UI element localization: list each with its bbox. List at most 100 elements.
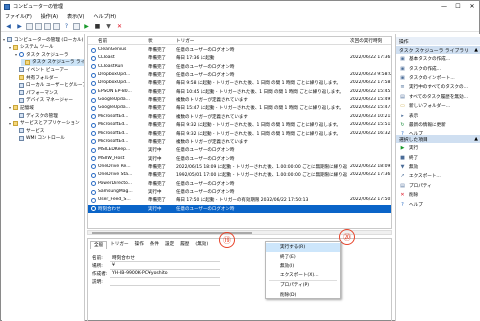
task-row[interactable]: GoogleUpda... 準備完了 毎日 15:47 に起動 - トリガーされた後… [88, 104, 391, 112]
forward-arrow-icon[interactable]: ▶ [15, 22, 24, 30]
column-trigger[interactable]: トリガー [176, 38, 194, 44]
context-menu-item[interactable]: 無効(I) [266, 262, 340, 271]
action-item[interactable]: ? ヘルプ [396, 200, 480, 209]
task-row[interactable]: MicrosoftEd... 準備完了 毎日 9:32 に起動 - トリガーされた後… [88, 130, 391, 138]
close-icon[interactable]: ✕ [465, 1, 479, 12]
help-icon[interactable]: ? [62, 22, 71, 30]
actions-section-selected[interactable]: 選択した項目 ▲ [396, 135, 480, 143]
action-item[interactable]: ▼ 無効 [396, 163, 480, 172]
task-clock-icon [91, 122, 96, 128]
detail-tab[interactable]: 設定 [162, 241, 177, 249]
context-menu-item[interactable]: 削除(D) [266, 291, 340, 300]
tree-item[interactable]: ▾ サービスとアプリケーション [9, 120, 84, 127]
delete-icon[interactable]: ✕ [115, 22, 124, 30]
properties-icon[interactable] [73, 22, 80, 30]
tree-item[interactable]: イベント ビューアー [15, 66, 84, 73]
action-item[interactable]: ▣ 基本タスクの作成... [396, 55, 480, 64]
collapse-up-icon[interactable]: ▲ [474, 48, 478, 53]
task-next-run: 2022/06/22 17:50:13 [350, 197, 392, 203]
tree-item[interactable]: ▾ システム ツール [9, 44, 84, 51]
column-name[interactable]: 名前 [98, 38, 107, 44]
context-menu-item[interactable]: 実行する(R) [266, 243, 340, 252]
detail-tab[interactable]: トリガー [107, 241, 131, 249]
action-item[interactable]: ▭ 新しいフォルダー... [396, 102, 480, 111]
up-folder-icon[interactable] [26, 22, 33, 30]
action-item[interactable]: ■ 終了 [396, 153, 480, 162]
tree-item[interactable]: デバイス マネージャー [15, 97, 84, 104]
tree-item[interactable]: パフォーマンス [15, 89, 84, 96]
export-list-icon[interactable] [53, 22, 60, 30]
menu-action[interactable]: 操作(A) [41, 13, 58, 20]
action-item[interactable]: ▤ プロパティ [396, 182, 480, 191]
task-row[interactable]: DropboxUpd... 準備完了 毎日 9:58 に起動 - トリガーされた後、… [88, 79, 391, 87]
detail-tab[interactable]: 条件 [147, 241, 162, 249]
task-row[interactable]: 時刻合わせ 実行中 任意のユーザーのログオン時 [88, 204, 391, 213]
actions-section-library[interactable]: タスク スケジューラ ライブラリ ▲ [396, 46, 480, 54]
action-item[interactable]: ↻ 最新の情報に更新 [396, 121, 480, 130]
step-badge-20: ⑳ [339, 229, 355, 245]
detail-tab[interactable]: 全般 [90, 241, 108, 249]
task-row[interactable]: MSIIW_Host 実行中 任意のユーザーのログオン時 [88, 155, 391, 163]
column-status[interactable]: 状 [148, 38, 153, 44]
task-row[interactable]: MicrosoftEd... 準備完了 複数のトリガーが定義されています [88, 138, 391, 146]
task-row[interactable]: MSILEDKeep... 実行中 任意のユーザーのログオン時 [88, 146, 391, 154]
action-item[interactable]: ▣ タスクの作成... [396, 64, 480, 73]
task-row[interactable]: EPSON EP-80... 準備完了 毎日 10:45 に起動 - トリガーされた… [88, 88, 391, 96]
tree-item[interactable]: ディスクの管理 [15, 112, 84, 119]
task-status: 準備完了 [148, 131, 166, 137]
minimize-icon[interactable]: — [437, 1, 451, 12]
action-item[interactable]: ▤ すべてのタスク履歴を無効... [396, 93, 480, 102]
task-name: MSIIW_Host [98, 155, 125, 161]
context-menu-item[interactable]: エクスポート(X)... [266, 271, 340, 280]
task-row[interactable]: MicrosoftEd... 準備完了 複数のトリガーが定義されています 2022/0… [88, 113, 391, 121]
tree-item[interactable]: ローカル ユーザーとグループ [15, 82, 84, 89]
context-menu-item[interactable]: 終了(E) [266, 252, 340, 261]
detail-tab[interactable]: 履歴 [177, 241, 192, 249]
tree-item[interactable]: ▾ コンピューターの管理 (ローカル) [3, 36, 84, 43]
stop-icon[interactable]: ■ [93, 22, 102, 30]
back-arrow-icon[interactable]: ◀ [4, 22, 13, 30]
task-row[interactable]: DropboxUpd... 準備完了 任意のユーザーのログオン時 2022/06/23… [88, 71, 391, 79]
action-item[interactable]: ≡ 実行中のすべてのタスクの... [396, 83, 480, 92]
refresh-icon[interactable] [44, 22, 51, 30]
context-menu-item[interactable]: プロパティ(P) [266, 281, 340, 290]
task-next-run: 2022/06/22 17:36:39 [350, 172, 392, 178]
menu-file[interactable]: ファイル(F) [5, 13, 32, 20]
tree-item[interactable]: サービス [15, 127, 84, 134]
tree-item[interactable]: ▾ タスク スケジューラ [15, 51, 84, 58]
tree-item[interactable]: 共有フォルダー [15, 74, 84, 81]
task-trigger: 任意のユーザーのログオン時 [176, 156, 235, 162]
task-row[interactable]: PowerDirecto... 準備完了 任意のユーザーのログオン時 [88, 180, 391, 188]
action-item[interactable]: ✕ 削除 [396, 191, 480, 200]
task-row[interactable]: SamsungMag... 実行中 任意のユーザーのログオン時 [88, 188, 391, 196]
action-item[interactable]: ▣ タスクのインポート... [396, 74, 480, 83]
detail-tab[interactable]: 操作 [132, 241, 147, 249]
task-next-run: 2022/06/22 15:45:00 [350, 88, 392, 94]
run-icon[interactable]: ▶ [82, 22, 91, 30]
tree-item[interactable]: WMI コントロール [15, 135, 84, 142]
task-row[interactable]: OneDrive Re... 準備完了 2022/06/15 18:09 に起動 -… [88, 163, 391, 171]
task-row[interactable]: CLToastRun 準備完了 任意のユーザーのログオン時 [88, 63, 391, 71]
task-row[interactable]: OneDrive Sta... 準備完了 1992/05/01 17:00 に起動 … [88, 171, 391, 179]
task-row[interactable]: CleanGenius 準備完了 任意のユーザーのログオン時 [88, 46, 391, 54]
action-item[interactable]: ↗ エクスポート... [396, 172, 480, 181]
task-row[interactable]: User_Feed_S... 準備完了 毎日 17:50 に起動 - トリガーの有効… [88, 196, 391, 204]
collapse-up-icon[interactable]: ▲ [474, 137, 478, 142]
column-next-run[interactable]: 次回の実行時刻 [350, 38, 382, 44]
action-item[interactable]: ▶ 実行 [396, 144, 480, 153]
detail-tab[interactable]: (無効) [192, 241, 211, 249]
tree-item-label: システム ツール [20, 45, 54, 51]
task-row[interactable]: GoogleUpda... 準備完了 複数のトリガーが定義されています 2022/06… [88, 96, 391, 104]
task-row[interactable]: MicrosoftEd... 準備完了 毎日 9:32 に起動 - トリガーされた後… [88, 121, 391, 129]
tree-item[interactable]: ▾ 記憶域 [9, 104, 84, 111]
task-name: User_Feed_S... [98, 197, 131, 203]
show-hide-tree-icon[interactable] [35, 22, 42, 30]
tree-item[interactable]: タスク スケジューラ ライ [21, 58, 84, 66]
menu-view[interactable]: 表示(V) [67, 13, 84, 20]
menu-help[interactable]: ヘルプ(H) [93, 13, 116, 20]
task-icon: ▣ [400, 56, 405, 63]
task-row[interactable]: CLToast 準備完了 毎日 17:36 に起動 2022/06/22 17:36:… [88, 54, 391, 62]
disable-icon[interactable]: ▼ [104, 22, 113, 30]
maximize-icon[interactable]: ☐ [451, 1, 465, 12]
action-item[interactable]: ▸ 表示 [396, 111, 480, 120]
